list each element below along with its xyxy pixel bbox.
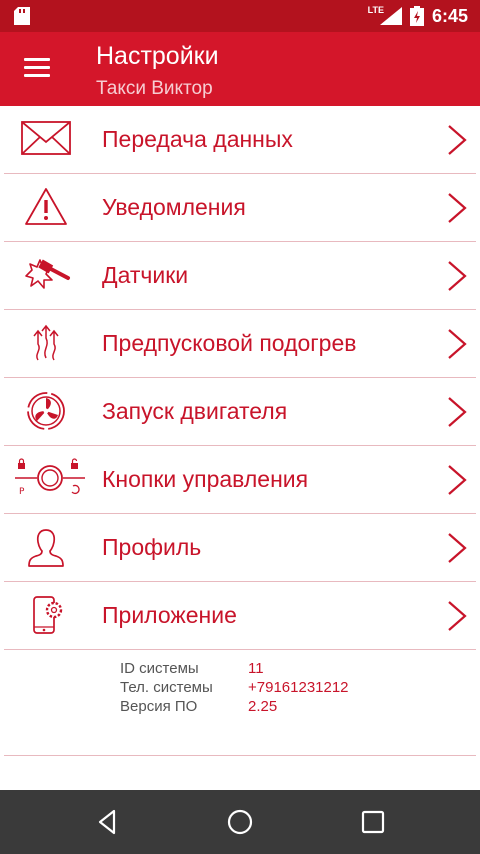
chevron-right-icon bbox=[448, 329, 467, 359]
settings-item-label: Запуск двигателя bbox=[102, 398, 288, 424]
info-key: Версия ПО bbox=[120, 698, 198, 715]
hamburger-menu-icon[interactable] bbox=[24, 58, 50, 80]
chevron-right-icon bbox=[448, 465, 467, 495]
system-info-row: ID системы 11 bbox=[120, 660, 349, 679]
recents-icon[interactable] bbox=[359, 808, 387, 836]
chevron-right-icon bbox=[448, 397, 467, 427]
settings-item-label: Кнопки управления bbox=[102, 466, 309, 492]
hammer-shock-icon bbox=[25, 259, 70, 289]
page-title: Настройки bbox=[96, 42, 219, 70]
chevron-right-icon bbox=[448, 125, 467, 155]
system-info-row: Версия ПО 2.25 bbox=[120, 698, 349, 717]
settings-item-label: Профиль bbox=[102, 534, 202, 560]
settings-item-sensors[interactable]: Датчики bbox=[4, 242, 476, 310]
settings-item-control-buttons[interactable]: P Кнопки управления bbox=[4, 446, 476, 514]
svg-text:P: P bbox=[19, 487, 25, 497]
info-value: +79161231212 bbox=[248, 679, 349, 696]
info-value: 11 bbox=[248, 660, 264, 677]
settings-item-label: Уведомления bbox=[102, 194, 246, 220]
battery-charging-icon bbox=[409, 6, 424, 26]
settings-item-label: Предпусковой подогрев bbox=[102, 330, 357, 356]
back-icon[interactable] bbox=[94, 808, 122, 836]
settings-list: Передача данных Уведомления Датчики Пред… bbox=[0, 106, 480, 650]
home-icon[interactable] bbox=[226, 808, 254, 836]
clock: 6:45 bbox=[431, 5, 468, 26]
navigation-bar bbox=[0, 790, 480, 854]
settings-item-data-transfer[interactable]: Передача данных bbox=[4, 106, 476, 174]
network-type: LTE bbox=[367, 5, 384, 15]
app-bar: Настройки Такси Виктор bbox=[0, 32, 480, 106]
info-key: ID системы bbox=[120, 660, 199, 677]
envelope-icon bbox=[21, 121, 71, 155]
sd-card-icon bbox=[14, 7, 30, 25]
settings-item-label: Датчики bbox=[102, 262, 189, 288]
settings-item-preheating[interactable]: Предпусковой подогрев bbox=[4, 310, 476, 378]
phone-gear-icon bbox=[33, 596, 63, 634]
chevron-right-icon bbox=[448, 533, 467, 563]
info-value: 2.25 bbox=[248, 698, 278, 715]
settings-item-label: Приложение bbox=[102, 602, 237, 628]
settings-item-application[interactable]: Приложение bbox=[4, 582, 476, 650]
chevron-right-icon bbox=[448, 193, 467, 223]
status-indicators: LTE 6:45 bbox=[368, 5, 468, 27]
system-info-row: Тел. системы +79161231212 bbox=[120, 679, 349, 698]
engine-fan-icon bbox=[27, 392, 65, 430]
page-subtitle: Такси Виктор bbox=[96, 78, 213, 99]
settings-item-label: Передача данных bbox=[102, 126, 293, 152]
chevron-right-icon bbox=[448, 601, 467, 631]
chevron-right-icon bbox=[448, 261, 467, 291]
profile-icon bbox=[28, 529, 64, 567]
info-key: Тел. системы bbox=[120, 679, 213, 696]
settings-item-profile[interactable]: Профиль bbox=[4, 514, 476, 582]
warning-icon bbox=[25, 188, 67, 225]
system-info: ID системы 11 Тел. системы +79161231212 … bbox=[120, 660, 349, 717]
settings-item-engine-start[interactable]: Запуск двигателя bbox=[4, 378, 476, 446]
divider bbox=[4, 755, 476, 756]
control-buttons-icon: P bbox=[15, 458, 85, 497]
status-bar: LTE 6:45 bbox=[0, 0, 480, 32]
heat-arrows-icon bbox=[33, 324, 59, 361]
settings-item-notifications[interactable]: Уведомления bbox=[4, 174, 476, 242]
